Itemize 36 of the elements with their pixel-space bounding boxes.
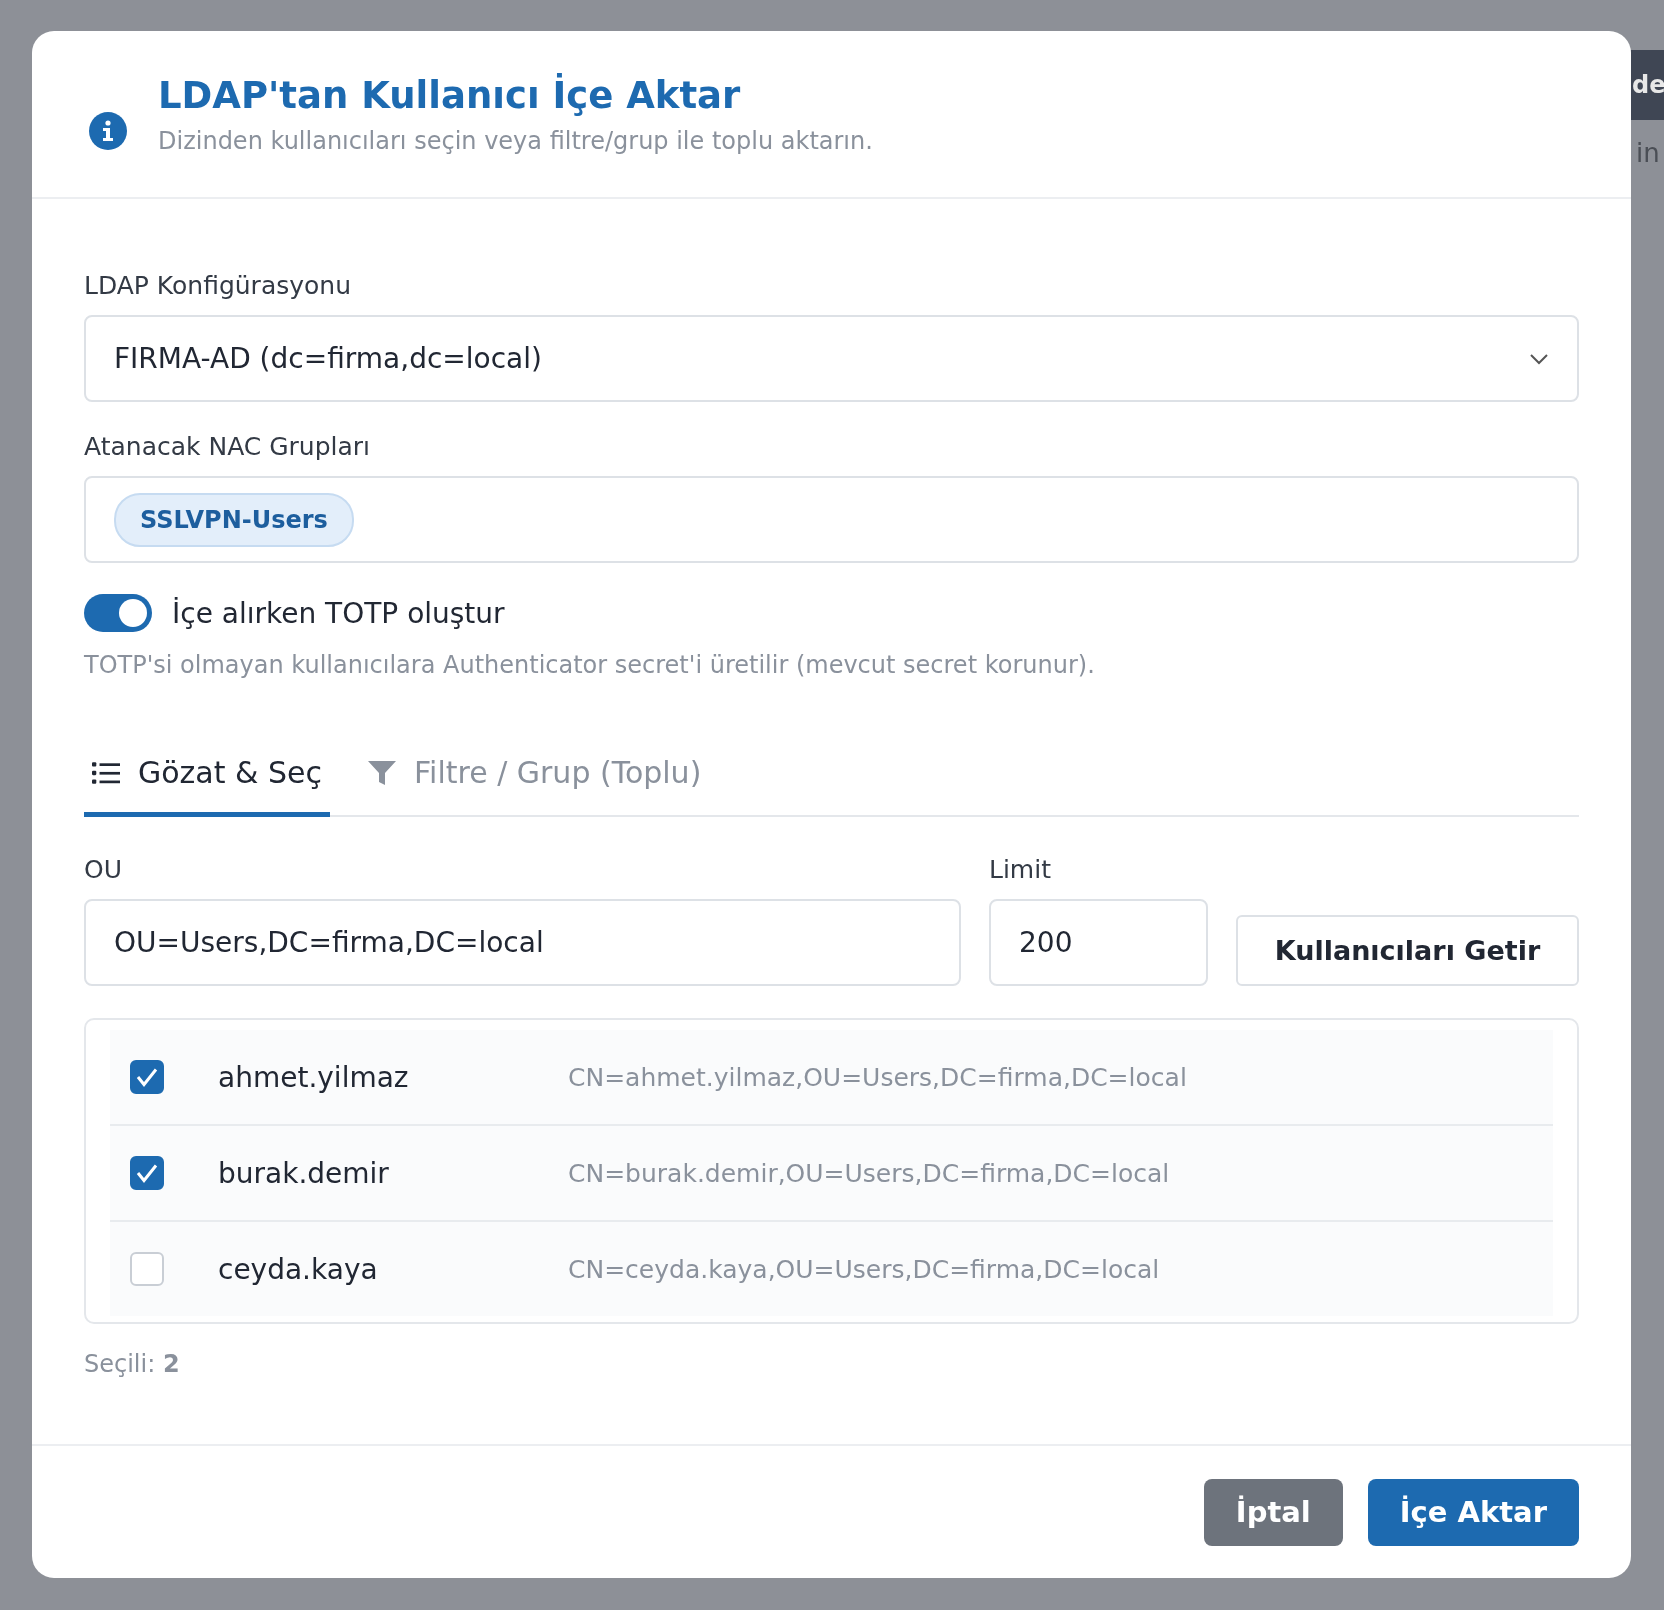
user-name: ahmet.yilmaz (218, 1060, 410, 1094)
user-name: burak.demir (218, 1156, 390, 1190)
chevron-down-icon (1529, 352, 1549, 365)
filter-icon (367, 759, 396, 786)
user-dn: CN=ceyda.kaya,OU=Users,DC=firma,DC=local (568, 1254, 1160, 1284)
dialog-subtitle: Dizinden kullanıcıları seçin veya filtre/grup ile toplu aktarın. (158, 127, 873, 155)
user-row[interactable]: burak.demir CN=burak.demir,OU=Users,DC=firma,DC=local (110, 1126, 1553, 1222)
user-dn: CN=burak.demir,OU=Users,DC=firma,DC=local (568, 1158, 1170, 1188)
tab[interactable]: Gözat & Seç (84, 745, 330, 817)
ou-input[interactable]: OU=Users,DC=firma,DC=local (84, 899, 961, 986)
user-row[interactable]: ahmet.yilmaz CN=ahmet.yilmaz,OU=Users,DC=firma,DC=local (110, 1030, 1553, 1126)
limit-input[interactable]: 200 (989, 899, 1208, 986)
group-tag: SSLVPN-Users (114, 492, 354, 547)
fetch-users-button[interactable]: Kullanıcıları Getir (1236, 915, 1579, 986)
cancel-button[interactable]: İptal (1203, 1478, 1343, 1546)
field-label: LDAP Konfigürasyonu (84, 271, 353, 302)
field-label: Limit (989, 855, 1052, 886)
import-button[interactable]: İçe Aktar (1367, 1478, 1579, 1546)
backdrop-text: in (1636, 138, 1660, 168)
totp-toggle[interactable] (84, 594, 152, 632)
backdrop-header-text: de (1632, 71, 1664, 99)
user-row[interactable]: ceyda.kaya CN=ceyda.kaya,OU=Users,DC=firma,DC=local (110, 1222, 1553, 1316)
checkbox[interactable] (130, 1156, 164, 1190)
selected-count: Seçili: 2 (84, 1350, 181, 1378)
user-name: ceyda.kaya (218, 1252, 379, 1286)
list-icon (92, 759, 120, 786)
config-select[interactable]: FIRMA-AD (dc=firma,dc=local) (84, 315, 1579, 402)
checkbox[interactable] (130, 1060, 164, 1094)
hint-text: TOTP'si olmayan kullanıcılara Authenticator secret'i üretilir (mevcut secret korunur). (84, 651, 1096, 679)
field-label: Atanacak NAC Grupları (84, 432, 372, 463)
info-icon (88, 111, 128, 151)
group-tags-field[interactable]: SSLVPN-Users (84, 476, 1579, 563)
user-dn: CN=ahmet.yilmaz,OU=Users,DC=firma,DC=local (568, 1062, 1187, 1092)
toggle-label: İçe alırken TOTP oluştur (172, 596, 505, 630)
field-label: OU (84, 855, 123, 886)
dialog-title: LDAP'tan Kullanıcı İçe Aktar (158, 72, 742, 119)
